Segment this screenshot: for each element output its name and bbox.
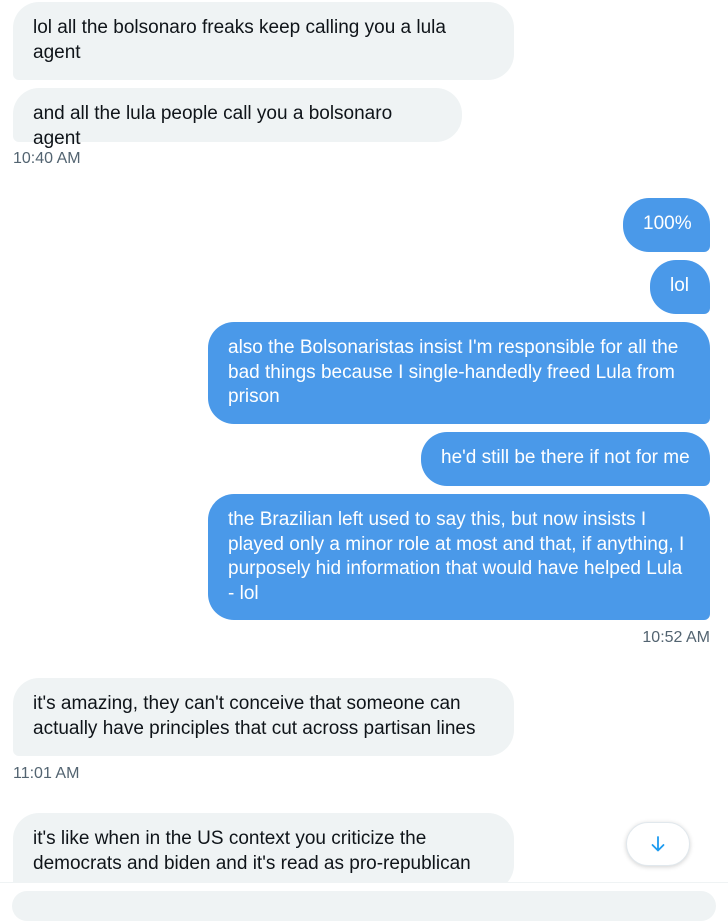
message-bubble-sent[interactable]: he'd still be there if not for me bbox=[421, 432, 710, 486]
message-bubble-sent[interactable]: also the Bolsonaristas insist I'm respon… bbox=[208, 322, 710, 424]
message-timestamp: 10:52 AM bbox=[642, 629, 710, 646]
message-bubble-received[interactable]: it's like when in the US context you cri… bbox=[13, 813, 514, 891]
message-bubble-sent[interactable]: the Brazilian left used to say this, but… bbox=[208, 494, 710, 620]
message-bubble-received[interactable]: and all the lula people call you a bolso… bbox=[13, 88, 462, 149]
message-timestamp: 10:40 AM bbox=[13, 150, 81, 167]
scroll-to-bottom-button[interactable] bbox=[626, 822, 690, 866]
message-bubble-sent[interactable]: lol bbox=[650, 260, 710, 314]
message-timestamp: 11:01 AM bbox=[13, 765, 80, 782]
message-composer bbox=[0, 882, 728, 921]
message-input[interactable] bbox=[12, 891, 716, 921]
message-bubble-received[interactable]: it's amazing, they can't conceive that s… bbox=[13, 678, 514, 756]
message-bubble-received[interactable]: lol all the bolsonaro freaks keep callin… bbox=[13, 2, 514, 80]
arrow-down-icon bbox=[649, 835, 667, 853]
message-bubble-sent[interactable]: 100% bbox=[623, 198, 710, 252]
